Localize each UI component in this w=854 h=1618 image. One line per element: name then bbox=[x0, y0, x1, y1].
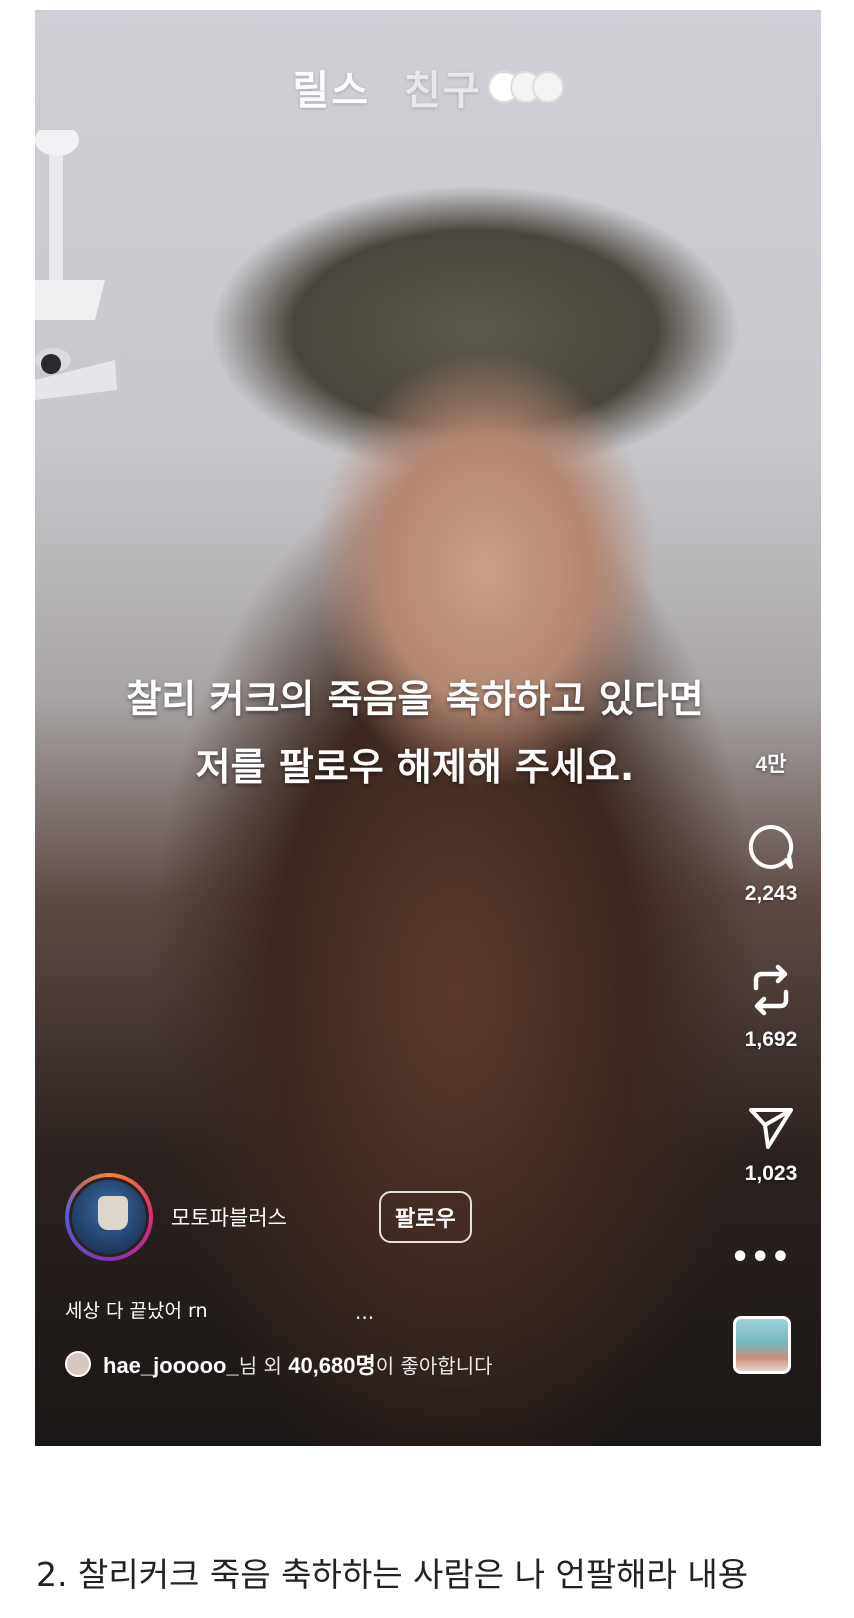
more-options-button[interactable]: ••• bbox=[730, 1240, 791, 1275]
reels-screen: 릴스 친구 찰리 커크의 죽음을 축하하고 있다면 저를 팔로우 해제해 주세요… bbox=[35, 10, 821, 1446]
repost-icon bbox=[735, 962, 807, 1018]
friend-avatar bbox=[531, 71, 564, 103]
author-avatar-image bbox=[69, 1177, 149, 1257]
liked-by-mid: 님 외 bbox=[238, 1354, 289, 1378]
article-caption: 2. 찰리커크 죽음 축하하는 사람은 나 언팔해라 내용 bbox=[36, 1555, 749, 1594]
liked-by-row[interactable]: hae_jooooo_님 외 40,680명이 좋아합니다 bbox=[65, 1348, 493, 1380]
follow-button[interactable]: 팔로우 bbox=[379, 1191, 472, 1243]
comment-count: 2,243 bbox=[744, 882, 798, 905]
feed-tabs: 릴스 친구 bbox=[35, 58, 821, 116]
liked-by-text: hae_jooooo_님 외 40,680명이 좋아합니다 bbox=[103, 1348, 493, 1380]
author-avatar[interactable] bbox=[65, 1173, 153, 1261]
caption-more[interactable]: ... bbox=[355, 1300, 374, 1324]
post-caption[interactable]: 세상 다 끝났어 rn bbox=[65, 1296, 208, 1323]
liked-by-user: hae_jooooo_ bbox=[103, 1353, 239, 1378]
audio-thumbnail[interactable] bbox=[733, 1316, 791, 1374]
send-icon bbox=[735, 1102, 807, 1152]
ceiling-fan-image bbox=[35, 130, 117, 400]
repost-count: 1,692 bbox=[744, 1028, 798, 1051]
comment-action[interactable]: 2,243 bbox=[735, 822, 807, 906]
overlay-line-1: 찰리 커크의 죽음을 축하하고 있다면 bbox=[126, 677, 704, 721]
like-count: 4만 bbox=[755, 753, 787, 776]
video-text-overlay: 찰리 커크의 죽음을 축하하고 있다면 저를 팔로우 해제해 주세요. bbox=[35, 665, 795, 801]
liked-by-avatar bbox=[65, 1351, 91, 1377]
like-action[interactable]: 4만 bbox=[735, 748, 807, 778]
author-username[interactable]: 모토파블러스 bbox=[171, 1202, 371, 1232]
tab-friends-label: 친구 bbox=[404, 68, 482, 114]
repost-action[interactable]: 1,692 bbox=[735, 962, 807, 1052]
comment-icon bbox=[735, 822, 807, 872]
tab-reels[interactable]: 릴스 bbox=[292, 58, 370, 116]
liked-by-count: 40,680명 bbox=[288, 1353, 376, 1378]
friends-avatars bbox=[487, 71, 564, 103]
author-row: 모토파블러스 팔로우 bbox=[65, 1173, 472, 1261]
tab-friends[interactable]: 친구 bbox=[404, 58, 564, 116]
more-icon: ••• bbox=[730, 1240, 791, 1275]
overlay-line-2: 저를 팔로우 해제해 주세요. bbox=[195, 745, 635, 789]
liked-by-suffix: 이 좋아합니다 bbox=[375, 1354, 493, 1378]
share-count: 1,023 bbox=[744, 1162, 798, 1185]
share-action[interactable]: 1,023 bbox=[735, 1102, 807, 1186]
